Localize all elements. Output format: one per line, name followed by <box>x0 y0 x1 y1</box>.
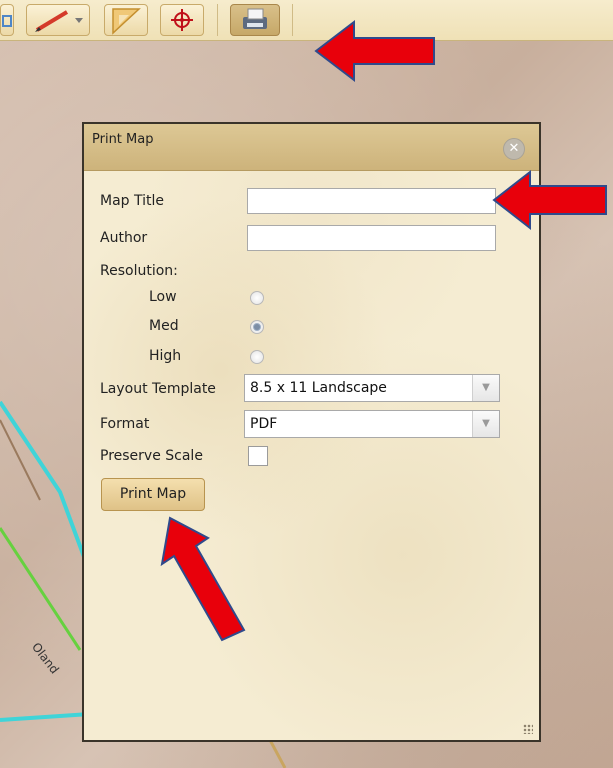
toolbar-button-partial[interactable] <box>0 4 14 36</box>
layout-template-value: 8.5 x 11 Landscape <box>250 380 387 396</box>
resolution-med-radio[interactable] <box>250 320 264 334</box>
print-tool-button[interactable] <box>230 4 280 36</box>
measure-tool-button[interactable] <box>104 4 148 36</box>
annotation-arrow-toolbar <box>314 19 435 83</box>
author-input[interactable] <box>247 225 496 251</box>
layout-template-select[interactable]: 8.5 x 11 Landscape ▼ <box>244 374 500 402</box>
crosshair-icon <box>171 9 193 31</box>
format-label: Format <box>100 416 150 432</box>
resolution-option-low-label: Low <box>149 289 177 305</box>
print-map-button[interactable]: Print Map <box>101 478 205 511</box>
pencil-icon <box>35 10 83 32</box>
resolution-high-radio[interactable] <box>250 350 264 364</box>
print-map-dialog: Print Map ✕ Map Title Author Resolution:… <box>82 122 541 742</box>
chevron-down-icon[interactable]: ▼ <box>472 375 499 401</box>
dialog-title: Print Map <box>92 132 154 147</box>
annotation-arrow-map-title <box>492 169 607 231</box>
map-title-input[interactable] <box>247 188 496 214</box>
chevron-down-icon <box>75 18 83 23</box>
resolution-option-med-label: Med <box>149 318 179 334</box>
ruler-icon <box>112 8 141 35</box>
draw-tool-button[interactable] <box>26 4 90 36</box>
printer-icon <box>243 8 267 29</box>
toolbar-partial-icon <box>2 15 12 27</box>
resolution-label: Resolution: <box>100 263 178 279</box>
close-icon[interactable]: ✕ <box>503 138 525 160</box>
road-cyan-line <box>0 712 91 722</box>
map-title-label: Map Title <box>100 193 164 209</box>
toolbar <box>0 0 613 41</box>
layout-template-label: Layout Template <box>100 381 216 397</box>
road-tan-line <box>268 739 287 768</box>
preserve-scale-checkbox[interactable] <box>248 446 268 466</box>
preserve-scale-label: Preserve Scale <box>100 448 203 464</box>
annotation-arrow-print-button <box>160 516 246 642</box>
dialog-title-bar[interactable]: Print Map ✕ <box>84 124 539 171</box>
resize-grip-icon[interactable] <box>523 724 533 734</box>
resolution-option-high-label: High <box>149 348 182 364</box>
format-value: PDF <box>250 416 278 432</box>
chevron-down-icon[interactable]: ▼ <box>472 411 499 437</box>
toolbar-separator <box>217 4 218 36</box>
author-label: Author <box>100 230 148 246</box>
resolution-low-radio[interactable] <box>250 291 264 305</box>
format-select[interactable]: PDF ▼ <box>244 410 500 438</box>
road-green-line <box>0 527 82 651</box>
identify-tool-button[interactable] <box>160 4 204 36</box>
toolbar-separator <box>292 4 293 36</box>
